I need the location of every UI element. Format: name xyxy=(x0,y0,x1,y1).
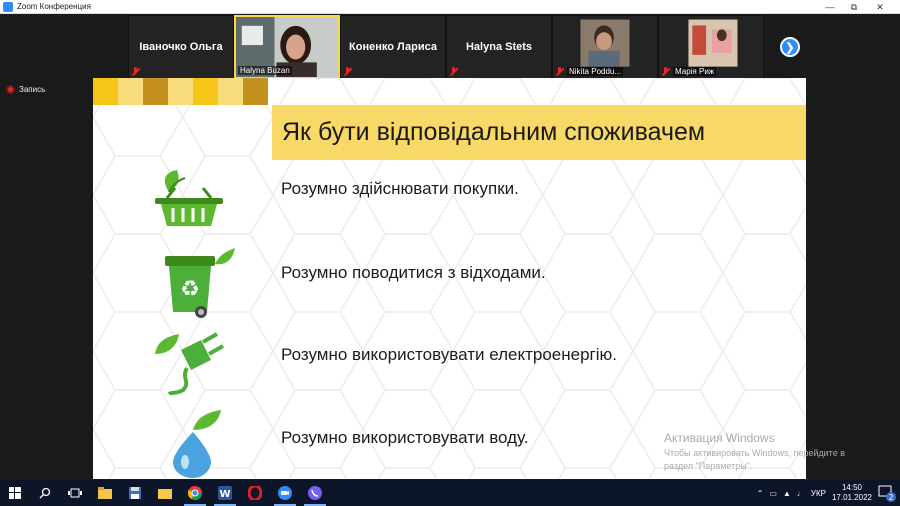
participant-tile[interactable]: Halyna Buzan xyxy=(234,15,340,79)
participant-tile[interactable]: Іваночко Ольга xyxy=(128,15,234,79)
meeting-area: Іваночко Ольга Halyna Buzan Коненко Лари… xyxy=(0,15,900,479)
color-stripes xyxy=(93,78,268,105)
participant-tile[interactable]: Halyna Stets xyxy=(446,15,552,79)
participant-name: Halyna Buzan xyxy=(238,66,292,75)
list-item: Розумно здійснювати покупки. xyxy=(281,179,519,198)
participant-name: Марія Риж xyxy=(673,67,717,76)
search-icon[interactable] xyxy=(30,480,60,506)
participant-name: Іваночко Ольга xyxy=(139,41,223,53)
clock[interactable]: 14:50 17.01.2022 xyxy=(832,483,872,503)
maximize-button[interactable]: ⧉ xyxy=(840,0,868,14)
watermark-text: раздел "Параметры". xyxy=(664,461,753,471)
file-explorer-icon[interactable] xyxy=(90,480,120,506)
svg-text:♻: ♻ xyxy=(180,277,200,302)
clock-time: 14:50 xyxy=(841,483,862,492)
mic-muted-icon xyxy=(131,67,140,76)
shared-slide: Як бути відповідальним споживачем Розумн… xyxy=(93,78,806,479)
participant-name: Nikita Poddu... xyxy=(567,67,624,76)
participant-name: Halyna Stets xyxy=(465,41,533,53)
recording-indicator[interactable]: Запись xyxy=(6,85,45,94)
zoom-logo-icon xyxy=(3,1,13,12)
opera-icon[interactable] xyxy=(240,480,270,506)
chevron-up-icon[interactable]: ⌃ xyxy=(757,489,764,498)
participant-strip: Іваночко Ольга Halyna Buzan Коненко Лари… xyxy=(128,15,764,79)
participant-tile[interactable]: Марія Риж xyxy=(658,15,764,79)
mic-muted-icon xyxy=(449,67,458,76)
water-drop-icon xyxy=(173,410,221,478)
shopping-basket-icon xyxy=(155,170,223,226)
windows-start-icon[interactable] xyxy=(0,480,30,506)
watermark-title: Активация Windows xyxy=(664,431,775,445)
language-indicator[interactable]: УКР xyxy=(811,489,826,498)
mic-muted-icon xyxy=(343,67,352,76)
chrome-icon[interactable] xyxy=(180,480,210,506)
window-title: Zoom Конференция xyxy=(17,2,91,11)
battery-icon[interactable]: ▭ xyxy=(769,489,777,498)
close-button[interactable]: ✕ xyxy=(866,0,894,14)
clock-date: 17.01.2022 xyxy=(831,493,872,502)
window-titlebar: Zoom Конференция xyxy=(0,0,900,14)
list-item: Розумно використовувати електроенергію. xyxy=(281,345,618,364)
mic-muted-icon xyxy=(661,67,670,76)
slide-heading: Як бути відповідальним споживачем xyxy=(272,105,806,160)
zoom-icon[interactable] xyxy=(270,480,300,506)
next-page-button[interactable]: ❯ xyxy=(780,37,800,57)
notification-count: 2 xyxy=(888,493,893,502)
recycle-bin-icon: ♻ xyxy=(165,248,235,318)
chevron-right-icon: ❯ xyxy=(785,41,795,54)
participant-tile[interactable]: Коненко Лариса xyxy=(340,15,446,79)
svg-text:W: W xyxy=(219,489,230,500)
watermark-text: Чтобы активировать Windows, перейдите в xyxy=(664,448,845,458)
folder-icon[interactable] xyxy=(150,480,180,506)
system-tray: ⌃ ▭ ▲ ♩ УКР 14:50 17.01.2022 xyxy=(757,480,872,506)
power-plug-icon xyxy=(155,332,224,396)
recording-label: Запись xyxy=(19,85,46,94)
floppy-icon[interactable] xyxy=(120,480,150,506)
windows-activation-watermark: Активация Windows Чтобы активировать Win… xyxy=(664,431,845,473)
slide-title: Як бути відповідальним споживачем xyxy=(282,118,706,146)
participant-name: Коненко Лариса xyxy=(349,41,437,53)
viber-icon[interactable] xyxy=(300,480,330,506)
network-icon[interactable]: ▲ xyxy=(783,489,791,498)
list-item: Розумно використовувати воду. xyxy=(281,428,529,447)
windows-taskbar: W ⌃ ▭ ▲ ♩ УКР 14:50 17.01.2022 2 xyxy=(0,480,900,506)
speaker-icon[interactable]: ♩ xyxy=(797,489,805,498)
record-icon xyxy=(6,85,15,94)
mic-muted-icon xyxy=(555,67,564,76)
word-icon[interactable]: W xyxy=(210,480,240,506)
list-item: Розумно поводитися з відходами. xyxy=(281,263,546,282)
notification-center-icon[interactable]: 2 xyxy=(878,484,896,502)
participant-tile[interactable]: Nikita Poddu... xyxy=(552,15,658,79)
task-view-icon[interactable] xyxy=(60,480,90,506)
